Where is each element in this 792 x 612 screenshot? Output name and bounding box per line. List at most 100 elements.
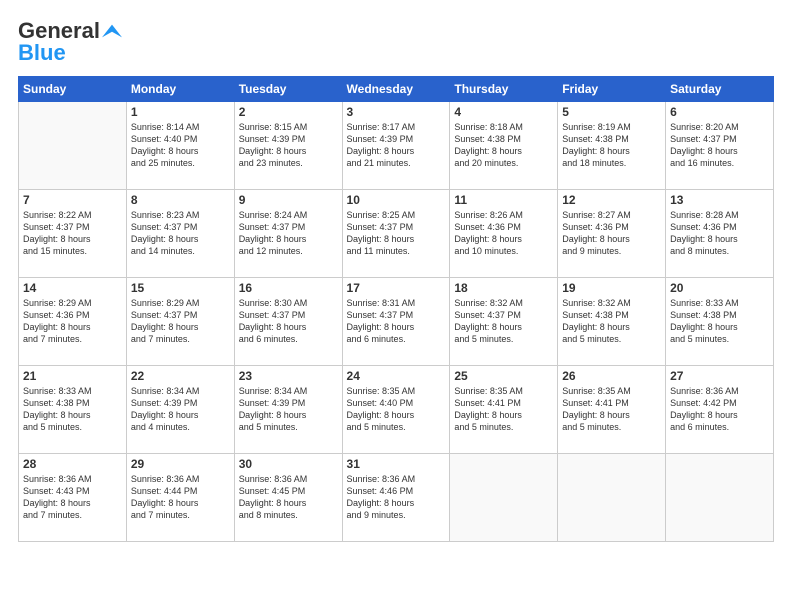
calendar-cell: 31 Sunrise: 8:36 AM Sunset: 4:46 PM Dayli… [342, 454, 450, 542]
calendar-cell: 25 Sunrise: 8:35 AM Sunset: 4:41 PM Dayli… [450, 366, 558, 454]
day-number: 7 [23, 193, 122, 207]
day-number: 28 [23, 457, 122, 471]
calendar-week-row: 21Sunrise: 8:33 AM Sunset: 4:38 PM Dayli… [19, 366, 774, 454]
cell-info: Sunrise: 8:34 AM Sunset: 4:39 PM Dayligh… [131, 385, 230, 434]
cell-info: Sunrise: 8:17 AM Sunset: 4:39 PM Dayligh… [347, 121, 446, 170]
cell-info: Sunrise: 8:30 AM Sunset: 4:37 PM Dayligh… [239, 297, 338, 346]
weekday-header-tuesday: Tuesday [234, 77, 342, 102]
day-number: 12 [562, 193, 661, 207]
header: General Blue [18, 18, 774, 66]
cell-info: Sunrise: 8:15 AM Sunset: 4:39 PM Dayligh… [239, 121, 338, 170]
calendar-cell: 26Sunrise: 8:35 AM Sunset: 4:41 PM Dayli… [558, 366, 666, 454]
day-number: 22 [131, 369, 230, 383]
calendar-cell: 22 Sunrise: 8:34 AM Sunset: 4:39 PM Dayli… [126, 366, 234, 454]
day-number: 30 [239, 457, 338, 471]
day-number: 11 [454, 193, 553, 207]
cell-info: Sunrise: 8:19 AM Sunset: 4:38 PM Dayligh… [562, 121, 661, 170]
calendar-cell: 15 Sunrise: 8:29 AM Sunset: 4:37 PM Dayli… [126, 278, 234, 366]
calendar-cell: 7 Sunrise: 8:22 AM Sunset: 4:37 PM Daylig… [19, 190, 127, 278]
day-number: 14 [23, 281, 122, 295]
calendar-cell [666, 454, 774, 542]
cell-info: Sunrise: 8:36 AM Sunset: 4:43 PM Dayligh… [23, 473, 122, 522]
calendar-cell: 18 Sunrise: 8:32 AM Sunset: 4:37 PM Dayli… [450, 278, 558, 366]
page: General Blue SundayMondayTuesdayWednesda… [0, 0, 792, 612]
logo-bird-icon [102, 24, 122, 38]
calendar-cell: 5Sunrise: 8:19 AM Sunset: 4:38 PM Daylig… [558, 102, 666, 190]
calendar-week-row: 28 Sunrise: 8:36 AM Sunset: 4:43 PM Dayli… [19, 454, 774, 542]
cell-info: Sunrise: 8:36 AM Sunset: 4:42 PM Dayligh… [670, 385, 769, 434]
logo-blue: Blue [18, 40, 66, 66]
cell-info: Sunrise: 8:18 AM Sunset: 4:38 PM Dayligh… [454, 121, 553, 170]
cell-info: Sunrise: 8:25 AM Sunset: 4:37 PM Dayligh… [347, 209, 446, 258]
weekday-header-sunday: Sunday [19, 77, 127, 102]
day-number: 29 [131, 457, 230, 471]
calendar-header: SundayMondayTuesdayWednesdayThursdayFrid… [19, 77, 774, 102]
cell-info: Sunrise: 8:35 AM Sunset: 4:41 PM Dayligh… [454, 385, 553, 434]
cell-info: Sunrise: 8:36 AM Sunset: 4:44 PM Dayligh… [131, 473, 230, 522]
calendar-cell: 1 Sunrise: 8:14 AM Sunset: 4:40 PM Daylig… [126, 102, 234, 190]
day-number: 25 [454, 369, 553, 383]
day-number: 24 [347, 369, 446, 383]
day-number: 4 [454, 105, 553, 119]
cell-info: Sunrise: 8:33 AM Sunset: 4:38 PM Dayligh… [670, 297, 769, 346]
day-number: 17 [347, 281, 446, 295]
calendar-week-row: 1 Sunrise: 8:14 AM Sunset: 4:40 PM Daylig… [19, 102, 774, 190]
cell-info: Sunrise: 8:32 AM Sunset: 4:38 PM Dayligh… [562, 297, 661, 346]
calendar-cell: 3Sunrise: 8:17 AM Sunset: 4:39 PM Daylig… [342, 102, 450, 190]
calendar-cell: 30 Sunrise: 8:36 AM Sunset: 4:45 PM Dayli… [234, 454, 342, 542]
calendar-cell: 14 Sunrise: 8:29 AM Sunset: 4:36 PM Dayli… [19, 278, 127, 366]
day-number: 10 [347, 193, 446, 207]
calendar-cell: 20 Sunrise: 8:33 AM Sunset: 4:38 PM Dayli… [666, 278, 774, 366]
calendar-cell: 6Sunrise: 8:20 AM Sunset: 4:37 PM Daylig… [666, 102, 774, 190]
day-number: 2 [239, 105, 338, 119]
day-number: 31 [347, 457, 446, 471]
calendar-cell: 13 Sunrise: 8:28 AM Sunset: 4:36 PM Dayli… [666, 190, 774, 278]
day-number: 19 [562, 281, 661, 295]
calendar-cell: 28 Sunrise: 8:36 AM Sunset: 4:43 PM Dayli… [19, 454, 127, 542]
logo: General Blue [18, 18, 122, 66]
day-number: 8 [131, 193, 230, 207]
calendar-cell: 4 Sunrise: 8:18 AM Sunset: 4:38 PM Daylig… [450, 102, 558, 190]
cell-info: Sunrise: 8:28 AM Sunset: 4:36 PM Dayligh… [670, 209, 769, 258]
cell-info: Sunrise: 8:29 AM Sunset: 4:36 PM Dayligh… [23, 297, 122, 346]
cell-info: Sunrise: 8:35 AM Sunset: 4:40 PM Dayligh… [347, 385, 446, 434]
day-number: 1 [131, 105, 230, 119]
day-number: 13 [670, 193, 769, 207]
calendar-cell: 10 Sunrise: 8:25 AM Sunset: 4:37 PM Dayli… [342, 190, 450, 278]
calendar-cell: 12 Sunrise: 8:27 AM Sunset: 4:36 PM Dayli… [558, 190, 666, 278]
calendar-table: SundayMondayTuesdayWednesdayThursdayFrid… [18, 76, 774, 542]
day-number: 6 [670, 105, 769, 119]
weekday-header-thursday: Thursday [450, 77, 558, 102]
calendar-cell [19, 102, 127, 190]
calendar-cell: 17Sunrise: 8:31 AM Sunset: 4:37 PM Dayli… [342, 278, 450, 366]
calendar-cell [558, 454, 666, 542]
calendar-cell: 23 Sunrise: 8:34 AM Sunset: 4:39 PM Dayli… [234, 366, 342, 454]
calendar-cell: 11Sunrise: 8:26 AM Sunset: 4:36 PM Dayli… [450, 190, 558, 278]
day-number: 20 [670, 281, 769, 295]
calendar-cell: 9Sunrise: 8:24 AM Sunset: 4:37 PM Daylig… [234, 190, 342, 278]
calendar-cell: 2 Sunrise: 8:15 AM Sunset: 4:39 PM Daylig… [234, 102, 342, 190]
cell-info: Sunrise: 8:14 AM Sunset: 4:40 PM Dayligh… [131, 121, 230, 170]
day-number: 18 [454, 281, 553, 295]
cell-info: Sunrise: 8:36 AM Sunset: 4:45 PM Dayligh… [239, 473, 338, 522]
day-number: 9 [239, 193, 338, 207]
cell-info: Sunrise: 8:34 AM Sunset: 4:39 PM Dayligh… [239, 385, 338, 434]
calendar-cell: 27 Sunrise: 8:36 AM Sunset: 4:42 PM Dayli… [666, 366, 774, 454]
calendar-body: 1 Sunrise: 8:14 AM Sunset: 4:40 PM Daylig… [19, 102, 774, 542]
cell-info: Sunrise: 8:22 AM Sunset: 4:37 PM Dayligh… [23, 209, 122, 258]
day-number: 23 [239, 369, 338, 383]
cell-info: Sunrise: 8:35 AM Sunset: 4:41 PM Dayligh… [562, 385, 661, 434]
day-number: 27 [670, 369, 769, 383]
cell-info: Sunrise: 8:36 AM Sunset: 4:46 PM Dayligh… [347, 473, 446, 522]
day-number: 15 [131, 281, 230, 295]
calendar-cell: 21Sunrise: 8:33 AM Sunset: 4:38 PM Dayli… [19, 366, 127, 454]
cell-info: Sunrise: 8:32 AM Sunset: 4:37 PM Dayligh… [454, 297, 553, 346]
cell-info: Sunrise: 8:27 AM Sunset: 4:36 PM Dayligh… [562, 209, 661, 258]
calendar-week-row: 14 Sunrise: 8:29 AM Sunset: 4:36 PM Dayli… [19, 278, 774, 366]
calendar-cell: 24 Sunrise: 8:35 AM Sunset: 4:40 PM Dayli… [342, 366, 450, 454]
weekday-header-friday: Friday [558, 77, 666, 102]
cell-info: Sunrise: 8:33 AM Sunset: 4:38 PM Dayligh… [23, 385, 122, 434]
weekday-header-wednesday: Wednesday [342, 77, 450, 102]
day-number: 16 [239, 281, 338, 295]
cell-info: Sunrise: 8:29 AM Sunset: 4:37 PM Dayligh… [131, 297, 230, 346]
